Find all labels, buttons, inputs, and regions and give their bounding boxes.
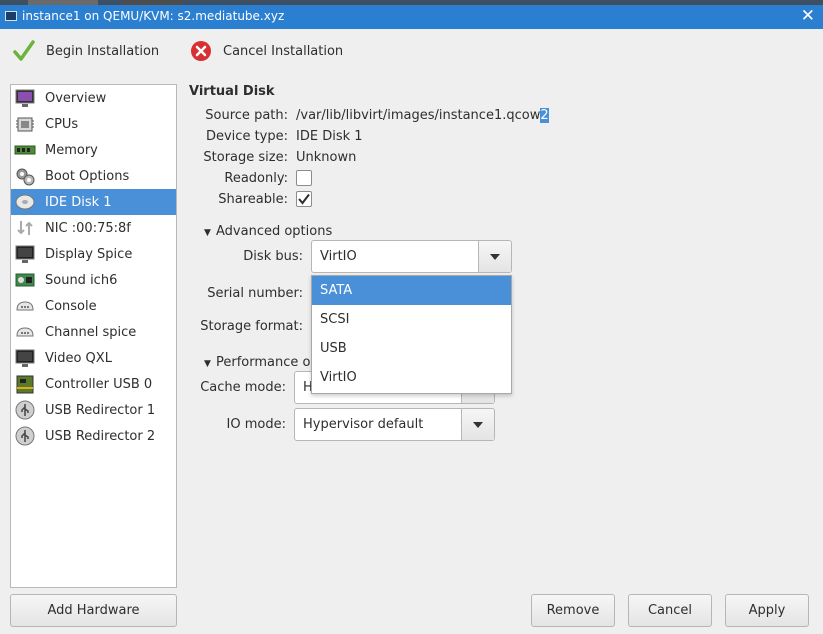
- sidebar-item[interactable]: Boot Options: [11, 163, 176, 189]
- cancel-button[interactable]: Cancel: [628, 594, 712, 627]
- disk-bus-dropdown-menu: SATA SCSI USB VirtIO: [311, 275, 512, 394]
- serial-number-label: Serial number:: [207, 286, 303, 301]
- device-type-value: IDE Disk 1: [296, 129, 363, 144]
- device-type-label: Device type:: [205, 129, 288, 144]
- sidebar-item[interactable]: Display Spice: [11, 241, 176, 267]
- display-icon: [15, 245, 35, 263]
- readonly-checkbox[interactable]: [296, 170, 312, 186]
- disk-bus-label: Disk bus:: [243, 249, 303, 264]
- serial-icon: [16, 301, 34, 311]
- memory-icon: [14, 145, 36, 155]
- sidebar-item-label: CPUs: [45, 116, 79, 132]
- source-path-value[interactable]: /var/lib/libvirt/images/instance1.qcow2: [296, 108, 549, 123]
- sidebar-item[interactable]: USB Redirector 1: [11, 397, 176, 423]
- sidebar-item-label: Sound ich6: [45, 272, 118, 288]
- virt-manager-icon: [5, 11, 17, 21]
- monitor-icon: [15, 89, 35, 107]
- sidebar-item-label: IDE Disk 1: [45, 194, 112, 210]
- dropdown-arrow-icon[interactable]: [461, 409, 494, 440]
- cancel-installation-label: Cancel Installation: [223, 43, 344, 59]
- sidebar-item[interactable]: Sound ich6: [11, 267, 176, 293]
- usb-icon: [15, 426, 35, 446]
- sidebar-item[interactable]: IDE Disk 1: [11, 189, 176, 215]
- remove-button[interactable]: Remove: [531, 594, 615, 627]
- sound-card-icon: [15, 273, 35, 287]
- cancel-icon: [191, 41, 211, 61]
- checkmark-icon: [298, 193, 310, 205]
- performance-options-expander[interactable]: ▼ Performance o: [204, 355, 310, 370]
- sidebar-item-label: USB Redirector 2: [45, 428, 156, 444]
- sidebar-item[interactable]: USB Redirector 2: [11, 423, 176, 449]
- expander-down-icon: ▼: [204, 228, 211, 238]
- controller-icon: [16, 375, 34, 394]
- sidebar-item[interactable]: Memory: [11, 137, 176, 163]
- serial-icon: [16, 327, 34, 337]
- close-window-button[interactable]: ✕: [801, 7, 815, 25]
- sidebar-item[interactable]: CPUs: [11, 111, 176, 137]
- cache-mode-label: Cache mode:: [200, 380, 286, 395]
- sidebar-item-label: Video QXL: [45, 350, 112, 366]
- usb-icon: [15, 400, 35, 420]
- shareable-label: Shareable:: [218, 192, 288, 207]
- sidebar-item-label: Console: [45, 298, 97, 314]
- performance-options-label: Performance o: [216, 355, 311, 370]
- sidebar-item-label: Boot Options: [45, 168, 130, 184]
- shareable-checkbox[interactable]: [296, 191, 312, 207]
- sidebar-item-label: Display Spice: [45, 246, 133, 262]
- apply-button[interactable]: Apply: [725, 594, 809, 627]
- sidebar-item[interactable]: NIC :00:75:8f: [11, 215, 176, 241]
- title-bar: instance1 on QEMU/KVM: s2.mediatube.xyz …: [0, 5, 823, 29]
- storage-size-label: Storage size:: [203, 150, 288, 165]
- dropdown-option[interactable]: USB: [312, 334, 511, 363]
- sidebar-item-label: Channel spice: [45, 324, 137, 340]
- section-title: Virtual Disk: [189, 84, 275, 99]
- disk-bus-combo[interactable]: VirtIO: [311, 240, 512, 273]
- io-mode-combo[interactable]: Hypervisor default: [294, 408, 495, 441]
- sidebar-item-label: NIC :00:75:8f: [45, 220, 131, 236]
- advanced-options-label: Advanced options: [216, 224, 333, 239]
- sidebar-item-label: Controller USB 0: [45, 376, 153, 392]
- io-mode-label: IO mode:: [226, 417, 286, 432]
- storage-format-label: Storage format:: [200, 319, 303, 334]
- cancel-installation-button[interactable]: Cancel Installation: [189, 37, 343, 65]
- window-title: instance1 on QEMU/KVM: s2.mediatube.xyz: [22, 9, 285, 23]
- begin-installation-label: Begin Installation: [46, 43, 160, 59]
- source-path-label: Source path:: [205, 108, 288, 123]
- io-mode-value: Hypervisor default: [303, 417, 424, 432]
- sidebar-item-label: Overview: [45, 90, 107, 106]
- add-hardware-button[interactable]: Add Hardware: [10, 594, 177, 627]
- sidebar-item[interactable]: Channel spice: [11, 319, 176, 345]
- sidebar-item[interactable]: Controller USB 0: [11, 371, 176, 397]
- dropdown-option[interactable]: VirtIO: [312, 363, 511, 392]
- dropdown-option[interactable]: SATA: [312, 276, 511, 305]
- sidebar-item[interactable]: Video QXL: [11, 345, 176, 371]
- hardware-list: Overview CPUs Memory Boot Options IDE Disk 1…: [10, 84, 177, 588]
- storage-size-value: Unknown: [296, 150, 357, 165]
- disk-bus-value: VirtIO: [320, 249, 357, 264]
- dropdown-arrow-icon[interactable]: [478, 241, 511, 272]
- dropdown-option[interactable]: SCSI: [312, 305, 511, 334]
- source-path-text: /var/lib/libvirt/images/instance1.qcow: [296, 108, 541, 123]
- gears-icon: [16, 168, 35, 186]
- sidebar-item-label: Memory: [45, 142, 98, 158]
- display-icon: [15, 349, 35, 367]
- cpu-icon: [16, 117, 34, 132]
- source-path-selection: 2: [540, 108, 549, 123]
- sidebar-item[interactable]: Console: [11, 293, 176, 319]
- expander-down-icon: ▼: [204, 359, 211, 369]
- checkmark-icon: [13, 40, 35, 61]
- readonly-label: Readonly:: [224, 171, 288, 186]
- sidebar-item-label: USB Redirector 1: [45, 402, 156, 418]
- network-icon: [17, 221, 33, 235]
- advanced-options-expander[interactable]: ▼ Advanced options: [204, 224, 332, 239]
- begin-installation-button[interactable]: Begin Installation: [12, 37, 159, 65]
- sidebar-item[interactable]: Overview: [11, 85, 176, 111]
- disk-icon: [15, 194, 35, 210]
